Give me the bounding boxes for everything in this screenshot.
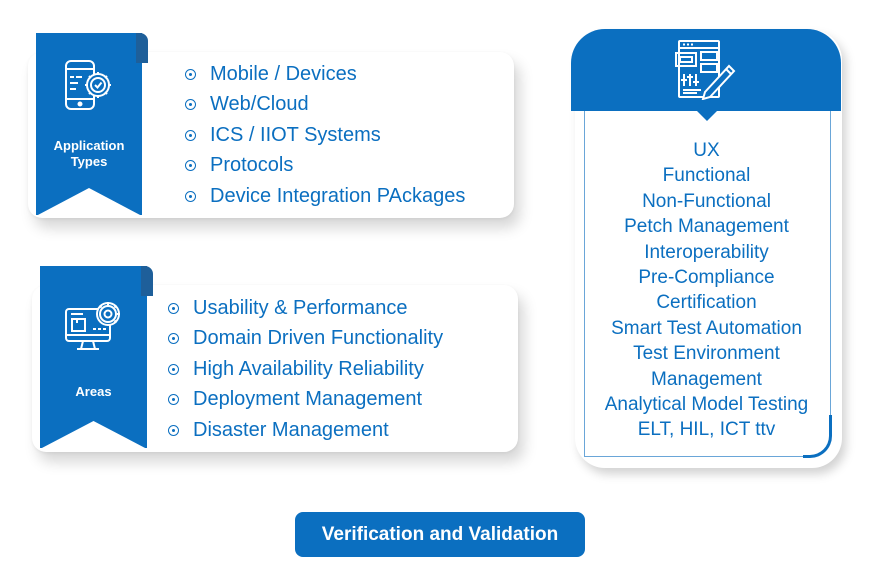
list-item-label: Disaster Management bbox=[193, 418, 389, 441]
list-item: Analytical Model Testing bbox=[604, 394, 809, 416]
bullet-icon bbox=[168, 302, 179, 314]
monitor-gear-icon bbox=[64, 302, 120, 350]
application-types-list: Mobile / Devices Web/Cloud ICS / IIOT Sy… bbox=[185, 59, 465, 212]
list-item-label: Web/Cloud bbox=[210, 93, 309, 116]
list-item: Petch Management bbox=[624, 216, 789, 238]
bullet-icon bbox=[168, 333, 179, 345]
list-item: Domain Driven Functionality bbox=[168, 324, 443, 355]
list-item: Management bbox=[651, 368, 762, 390]
list-item-label: High Availability Reliability bbox=[193, 357, 424, 380]
list-item: Mobile / Devices bbox=[185, 59, 465, 90]
bullet-icon bbox=[168, 363, 179, 375]
bullet-icon bbox=[168, 424, 179, 436]
list-item: ICS / IIOT Systems bbox=[185, 120, 465, 151]
list-item: Test Environment bbox=[633, 343, 780, 365]
list-item: Disaster Management bbox=[168, 415, 443, 446]
list-item-label: Device Integration PAckages bbox=[210, 184, 466, 207]
bullet-icon bbox=[168, 394, 179, 406]
title-line-1: Application bbox=[53, 138, 125, 153]
testing-types-list: UX Functional Non-Functional Petch Manag… bbox=[584, 138, 829, 443]
list-item: Device Integration PAckages bbox=[185, 181, 465, 212]
design-tools-icon bbox=[675, 40, 736, 100]
list-item: Non-Functional bbox=[642, 190, 771, 212]
list-item: UX bbox=[693, 140, 720, 161]
list-item: Pre-Compliance bbox=[638, 267, 775, 289]
list-item: Interoperability bbox=[644, 241, 769, 263]
list-item: Web/Cloud bbox=[185, 90, 465, 121]
ribbon-notch bbox=[40, 421, 147, 449]
list-item-label: ICS / IIOT Systems bbox=[210, 123, 381, 146]
bullet-icon bbox=[185, 160, 196, 172]
list-item-label: Usability & Performance bbox=[193, 296, 408, 319]
list-item-label: Deployment Management bbox=[193, 388, 423, 411]
list-item-label: Protocols bbox=[210, 154, 294, 177]
areas-ribbon: Areas bbox=[40, 266, 153, 449]
application-types-ribbon: Application Types bbox=[36, 33, 148, 216]
list-item: Deployment Management bbox=[168, 385, 443, 416]
bullet-icon bbox=[185, 190, 196, 202]
list-item: Functional bbox=[662, 165, 751, 187]
list-item: Smart Test Automation bbox=[611, 317, 802, 339]
bullet-icon bbox=[185, 99, 196, 111]
ribbon-fold bbox=[141, 266, 153, 296]
list-item: ELT, HIL, ICT ttv bbox=[637, 419, 776, 441]
application-types-title: Application Types bbox=[36, 138, 142, 170]
list-item: Usability & Performance bbox=[168, 293, 443, 324]
list-item: Certification bbox=[656, 292, 757, 314]
ribbon-notch bbox=[36, 188, 142, 216]
areas-list: Usability & Performance Domain Driven Fu… bbox=[168, 293, 443, 446]
ribbon-fold bbox=[136, 33, 148, 63]
areas-title: Areas bbox=[75, 384, 112, 399]
list-item: Protocols bbox=[185, 151, 465, 182]
bullet-icon bbox=[185, 129, 196, 141]
mobile-gear-icon bbox=[65, 60, 111, 110]
list-item-label: Mobile / Devices bbox=[210, 62, 357, 85]
list-item: High Availability Reliability bbox=[168, 354, 443, 385]
testing-types-header bbox=[571, 29, 841, 111]
title-line-2: Types bbox=[70, 154, 108, 169]
verification-validation-label: Verification and Validation bbox=[295, 512, 585, 557]
bullet-icon bbox=[185, 68, 196, 80]
list-item-label: Domain Driven Functionality bbox=[193, 327, 444, 350]
